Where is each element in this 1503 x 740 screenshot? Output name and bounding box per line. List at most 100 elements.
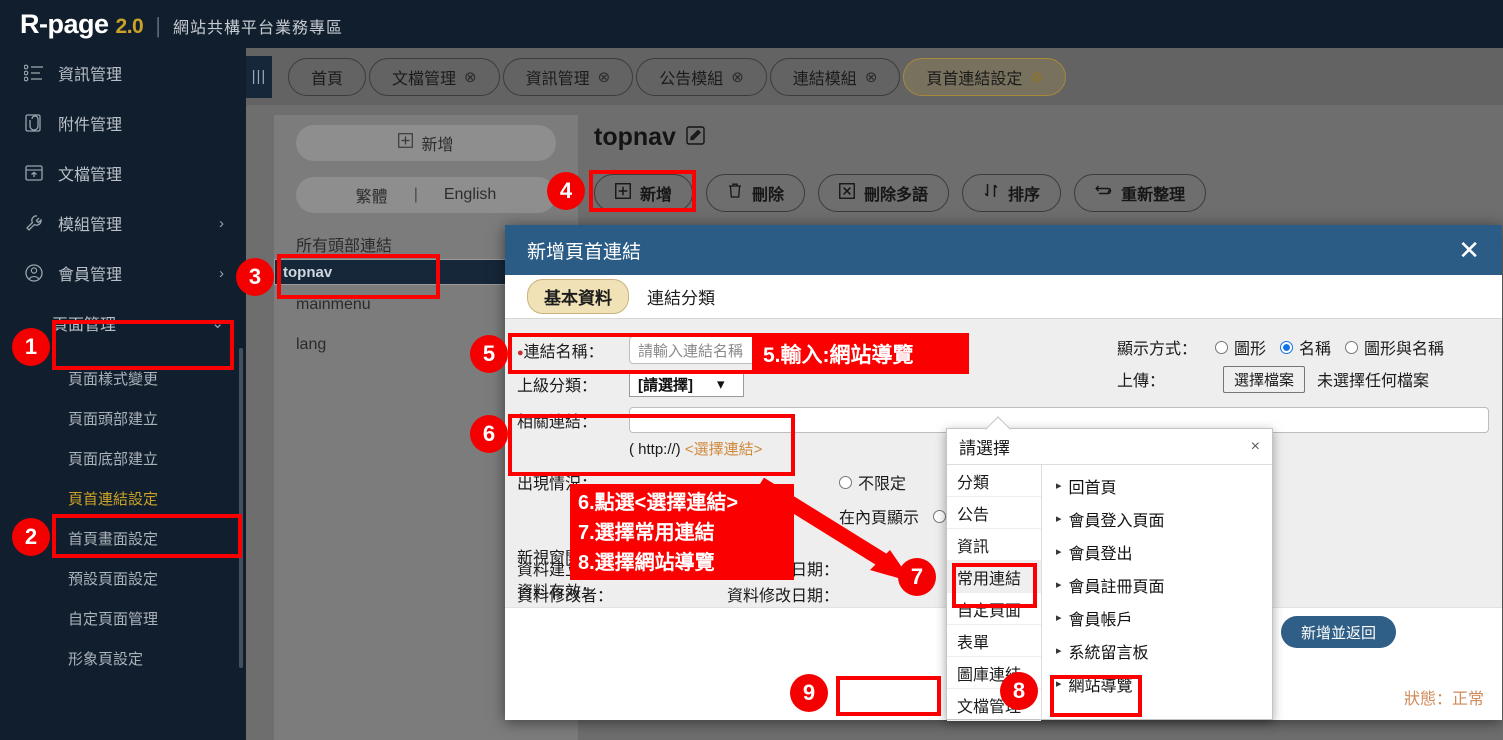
sidebar-item-page-footer[interactable]: 頁面底部建立 xyxy=(0,438,246,478)
tab-list: 首頁 文檔管理 ⊗ 資訊管理 ⊗ 公告模組 ⊗ 連結模組 ⊗ 頁首連結設定 ⊗ xyxy=(288,57,1066,96)
close-icon[interactable]: ⊗ xyxy=(464,68,477,86)
choose-file-button[interactable]: 選擇檔案 xyxy=(1223,365,1306,393)
tab-document-management[interactable]: 文檔管理 ⊗ xyxy=(369,57,500,96)
tab-link-module[interactable]: 連結模組 ⊗ xyxy=(769,57,901,96)
picker-item-label: 系統留言板 xyxy=(1068,644,1149,662)
toolbar-sort-button[interactable]: 排序 xyxy=(962,174,1062,212)
display-mode-graphic-and-name[interactable]: 圖形與名稱 xyxy=(1345,335,1444,359)
sidebar-item-header-link-settings[interactable]: 頁首連結設定 xyxy=(0,478,246,518)
close-icon[interactable]: ⊗ xyxy=(598,68,611,86)
radio-circle-icon xyxy=(933,509,947,523)
annotation-badge-3: 3 xyxy=(236,258,274,296)
annotation-note-5: 5.輸入:網站導覽 xyxy=(755,333,969,374)
tab-header-link-settings[interactable]: 頁首連結設定 ⊗ xyxy=(903,57,1066,96)
refresh-icon xyxy=(1095,183,1112,203)
picker-item-system-message-board[interactable]: ▸ 系統留言板 xyxy=(1056,634,1272,667)
display-mode-graphic[interactable]: 圖形 xyxy=(1215,335,1266,359)
sidebar-item-module[interactable]: 模組管理 › xyxy=(0,198,246,248)
sidebar-item-document[interactable]: 文檔管理 xyxy=(0,148,246,198)
list-icon xyxy=(24,62,54,84)
sidebar-scrollbar[interactable] xyxy=(239,348,243,668)
language-switch[interactable]: 繁體 | English xyxy=(296,177,556,213)
app-header: R-page 2.0 | 網站共構平台業務專區 xyxy=(0,0,1503,48)
toolbar-delete-button[interactable]: 刪除 xyxy=(706,174,806,212)
sidebar-collapse-icon[interactable]: ||| xyxy=(246,55,272,98)
tab-label: 首頁 xyxy=(311,70,344,88)
picker-item-member-account[interactable]: ▸ 會員帳戶 xyxy=(1056,601,1272,634)
page-title: topnav xyxy=(594,115,1489,152)
annotation-badge-8: 8 xyxy=(1000,672,1038,710)
close-icon[interactable]: ⊗ xyxy=(865,68,878,86)
display-mode-row: 顯示方式： 圖形 名稱 圖形與名稱 xyxy=(1117,331,1444,363)
upload-label: 上傳： xyxy=(1117,373,1166,390)
modal-tab-list: 基本資料 連結分類 xyxy=(505,275,1502,319)
sidebar-item-default-page[interactable]: 預設頁面設定 xyxy=(0,558,246,598)
annotation-box-8 xyxy=(1050,675,1142,717)
radio-circle-selected-icon xyxy=(1280,340,1294,354)
annotation-box-7 xyxy=(952,563,1037,608)
chevron-right-icon: › xyxy=(219,264,224,282)
picker-item-label: 會員登入頁面 xyxy=(1068,512,1165,530)
plus-box-icon xyxy=(398,133,414,153)
caret-right-icon: ▸ xyxy=(1056,546,1062,558)
sidebar-item-image-page[interactable]: 形象頁設定 xyxy=(0,638,246,678)
close-icon[interactable]: ✕ xyxy=(1458,237,1480,263)
annotation-badge-2: 2 xyxy=(12,518,50,556)
sort-icon xyxy=(983,182,999,204)
annotation-box-4 xyxy=(589,170,696,212)
picker-category-announcement[interactable]: 公告 xyxy=(947,497,1041,529)
parent-category-select[interactable]: [請選擇] ▾ xyxy=(629,371,744,397)
sidebar-item-attachment[interactable]: 附件管理 xyxy=(0,98,246,148)
sidebar-item-page-header[interactable]: 頁面頭部建立 xyxy=(0,398,246,438)
caret-right-icon: ▸ xyxy=(1056,513,1062,525)
chevron-right-icon: › xyxy=(219,214,224,232)
tab-home[interactable]: 首頁 xyxy=(288,57,367,96)
sidebar-item-member[interactable]: 會員管理 › xyxy=(0,248,246,298)
picker-category-classification[interactable]: 分類 xyxy=(947,465,1041,497)
picker-item-label: 會員登出 xyxy=(1068,545,1133,563)
annotation-box-1 xyxy=(52,320,234,370)
sidebar-item-label: 會員管理 xyxy=(58,267,123,284)
annotation-badge-7: 7 xyxy=(898,558,936,596)
toolbar-delete-multilang-button[interactable]: 刪除多語 xyxy=(818,174,950,212)
annotation-box-9 xyxy=(836,676,941,716)
brand-subtitle: 網站共構平台業務專區 xyxy=(172,19,343,37)
tab-basic-info[interactable]: 基本資料 xyxy=(527,279,629,314)
lang-tw-option[interactable]: 繁體 xyxy=(356,183,388,207)
picker-item-member-register-page[interactable]: ▸ 會員註冊頁面 xyxy=(1056,568,1272,601)
picker-item-member-login-page[interactable]: ▸ 會員登入頁面 xyxy=(1056,502,1272,535)
picker-category-info[interactable]: 資訊 xyxy=(947,529,1041,561)
pencil-square-icon[interactable] xyxy=(686,123,705,152)
annotation-badge-9: 9 xyxy=(790,674,828,712)
brand-name: R-page xyxy=(20,8,109,39)
sidebar: 資訊管理 附件管理 文檔管理 模組管理 › 會員管理 › 頁面管理 ⌄ 頁面樣式… xyxy=(0,48,246,740)
close-icon[interactable]: ⊗ xyxy=(1030,68,1043,86)
tab-announcement-module[interactable]: 公告模組 ⊗ xyxy=(636,57,767,96)
modal-title: 新增頁首連結 xyxy=(527,241,642,263)
tab-link-category[interactable]: 連結分類 xyxy=(647,284,715,309)
annotation-badge-5: 5 xyxy=(470,335,508,373)
brand-logo[interactable]: R-page 2.0 | 網站共構平台業務專區 xyxy=(0,9,343,40)
close-icon[interactable]: × xyxy=(1251,438,1260,456)
close-icon[interactable]: ⊗ xyxy=(731,68,744,86)
tab-label: 連結模組 xyxy=(792,70,857,88)
radio-label: 圖形 xyxy=(1234,341,1267,358)
picker-item-member-logout[interactable]: ▸ 會員登出 xyxy=(1056,535,1272,568)
picker-category-label: 表單 xyxy=(957,634,990,652)
picker-item-home[interactable]: ▸ 回首頁 xyxy=(1056,469,1272,502)
display-mode-name[interactable]: 名稱 xyxy=(1280,335,1331,359)
toolbar-refresh-button[interactable]: 重新整理 xyxy=(1074,174,1207,212)
chevron-down-icon: ▾ xyxy=(717,376,725,393)
annotation-box-5 xyxy=(508,333,756,374)
lang-en-option[interactable]: English xyxy=(444,186,496,204)
annotation-badge-4: 4 xyxy=(547,172,585,210)
add-group-button[interactable]: 新增 xyxy=(296,125,556,161)
sidebar-item-custom-page[interactable]: 自定頁面管理 xyxy=(0,598,246,638)
status-badge: 狀態：正常 xyxy=(1403,691,1484,708)
sidebar-item-info[interactable]: 資訊管理 xyxy=(0,48,246,98)
tab-info-management[interactable]: 資訊管理 ⊗ xyxy=(502,57,634,96)
picker-category-form[interactable]: 表單 xyxy=(947,625,1041,657)
sidebar-item-label: 文檔管理 xyxy=(58,167,123,184)
tab-label: 公告模組 xyxy=(659,70,724,88)
add-and-return-button[interactable]: 新增並返回 xyxy=(1280,616,1396,648)
